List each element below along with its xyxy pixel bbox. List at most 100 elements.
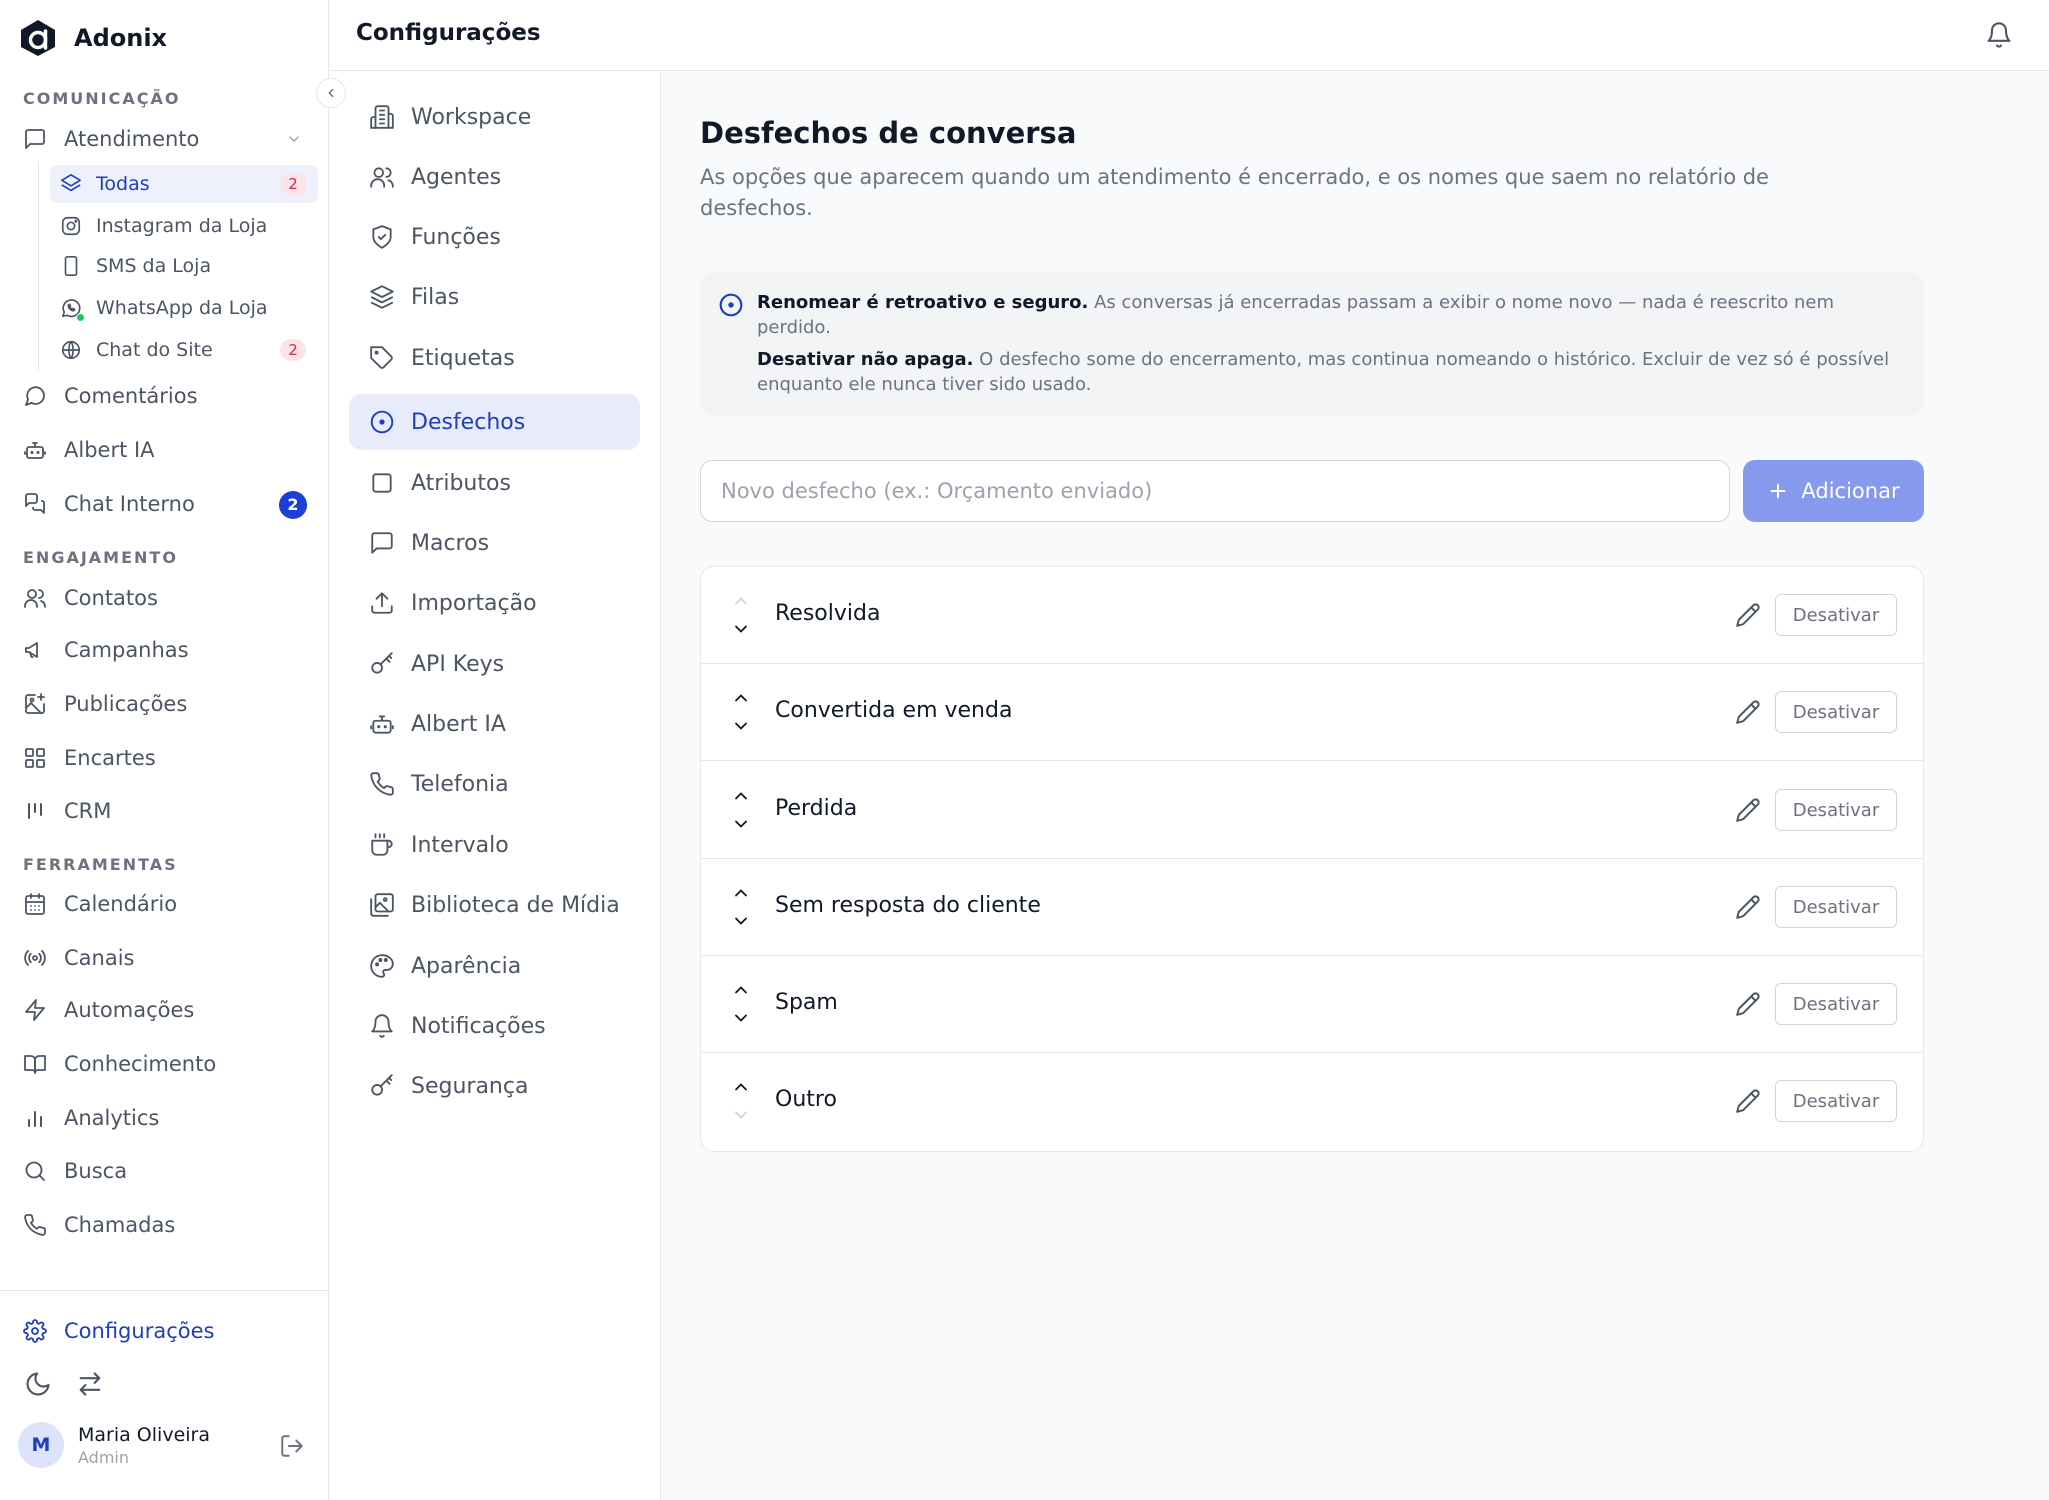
settings-item-workspace[interactable]: Workspace [349, 89, 640, 145]
logout-icon[interactable] [279, 1433, 305, 1459]
user-profile[interactable]: M Maria Oliveira Admin [18, 1422, 210, 1468]
nav-atendimento-label: Atendimento [64, 127, 200, 151]
move-down-icon[interactable] [731, 619, 751, 639]
sub-item-sms[interactable]: SMS da Loja [50, 247, 318, 285]
pencil-icon[interactable] [1735, 991, 1761, 1017]
settings-item-label: Funções [411, 224, 501, 250]
nav-automacoes[interactable]: Automações [22, 992, 194, 1028]
settings-item-biblioteca-midia[interactable]: Biblioteca de Mídia [349, 877, 640, 933]
outcome-row: Perdida Desativar [701, 762, 1923, 859]
chat-icon [22, 491, 48, 517]
users-icon [369, 164, 395, 190]
pencil-icon[interactable] [1735, 894, 1761, 920]
sub-item-whatsapp[interactable]: WhatsApp da Loja [50, 289, 318, 327]
nav-comentarios[interactable]: Comentários [22, 378, 198, 414]
brand[interactable]: Adonix [18, 18, 167, 58]
target-icon [369, 409, 395, 435]
outcome-row: Resolvida Desativar [701, 567, 1923, 664]
nav-canais[interactable]: Canais [22, 940, 135, 976]
deactivate-button[interactable]: Desativar [1775, 1080, 1897, 1122]
settings-item-intervalo[interactable]: Intervalo [349, 817, 640, 873]
phone-icon [369, 771, 395, 797]
search-icon [22, 1158, 48, 1184]
info-callout: Renomear é retroativo e seguro. As conve… [700, 272, 1924, 416]
sub-item-instagram[interactable]: Instagram da Loja [50, 207, 318, 245]
move-up-icon[interactable] [731, 591, 751, 611]
sub-item-todas[interactable]: Todas 2 [50, 165, 318, 203]
settings-item-api-keys[interactable]: API Keys [349, 636, 640, 692]
outcome-label: Perdida [775, 796, 858, 821]
message-square-icon [22, 126, 48, 152]
add-outcome-button[interactable]: Adicionar [1743, 460, 1924, 522]
move-down-icon[interactable] [731, 716, 751, 736]
settings-item-albert-ia[interactable]: Albert IA [349, 696, 640, 752]
settings-item-etiquetas[interactable]: Etiquetas [349, 330, 640, 386]
nav-calendario[interactable]: Calendário [22, 886, 177, 922]
sub-item-label: Todas [96, 173, 150, 195]
deactivate-button[interactable]: Desativar [1775, 983, 1897, 1025]
settings-item-atributos[interactable]: Atributos [349, 455, 640, 511]
palette-icon [369, 953, 395, 979]
nav-publicacoes[interactable]: Publicações [22, 686, 187, 722]
deactivate-button[interactable]: Desativar [1775, 886, 1897, 928]
calendar-icon [22, 891, 48, 917]
nav-chat-interno[interactable]: Chat Interno [22, 486, 195, 522]
settings-item-filas[interactable]: Filas [349, 269, 640, 325]
move-down-icon[interactable] [731, 814, 751, 834]
square-icon [369, 470, 395, 496]
key-icon [369, 1073, 395, 1099]
settings-item-funcoes[interactable]: Funções [349, 209, 640, 265]
pencil-icon[interactable] [1735, 797, 1761, 823]
chat-interno-badge: 2 [279, 491, 307, 519]
info-rename-bold: Renomear é retroativo e seguro. [757, 292, 1089, 313]
nav-conhecimento[interactable]: Conhecimento [22, 1046, 216, 1082]
move-up-icon[interactable] [731, 786, 751, 806]
nav-busca[interactable]: Busca [22, 1153, 127, 1189]
new-outcome-input[interactable] [700, 460, 1730, 522]
sub-item-label: Instagram da Loja [96, 215, 268, 237]
nav-campanhas[interactable]: Campanhas [22, 632, 189, 668]
move-down-icon[interactable] [731, 911, 751, 931]
settings-item-telefonia[interactable]: Telefonia [349, 756, 640, 812]
settings-item-agentes[interactable]: Agentes [349, 149, 640, 205]
nav-label: Calendário [64, 892, 178, 916]
settings-item-macros[interactable]: Macros [349, 515, 640, 571]
nav-encartes[interactable]: Encartes [22, 740, 156, 776]
bar-chart-icon [22, 1105, 48, 1131]
moon-icon[interactable] [24, 1370, 52, 1398]
sub-item-label: WhatsApp da Loja [96, 297, 268, 319]
nav-label: Busca [64, 1159, 128, 1183]
nav-analytics[interactable]: Analytics [22, 1100, 159, 1136]
move-up-icon[interactable] [731, 980, 751, 1000]
deactivate-button[interactable]: Desativar [1775, 789, 1897, 831]
settings-item-aparencia[interactable]: Aparência [349, 938, 640, 994]
move-up-icon[interactable] [731, 883, 751, 903]
move-up-icon[interactable] [731, 688, 751, 708]
sub-item-chat-site[interactable]: Chat do Site 2 [50, 331, 318, 369]
pencil-icon[interactable] [1735, 699, 1761, 725]
move-down-icon[interactable] [731, 1008, 751, 1028]
collapse-sidebar-button[interactable] [316, 78, 346, 108]
settings-item-importacao[interactable]: Importação [349, 575, 640, 631]
move-down-icon[interactable] [731, 1105, 751, 1125]
nav-crm[interactable]: CRM [22, 793, 111, 829]
reorder-arrows [729, 1077, 753, 1127]
nav-chamadas[interactable]: Chamadas [22, 1207, 175, 1243]
nav-albert-ia[interactable]: Albert IA [22, 432, 155, 468]
settings-item-seguranca[interactable]: Segurança [349, 1058, 640, 1114]
users-icon [22, 585, 48, 611]
move-up-icon[interactable] [731, 1077, 751, 1097]
bell-icon[interactable] [1985, 21, 2013, 49]
nav-configuracoes[interactable]: Configurações [22, 1313, 214, 1349]
settings-item-label: Notificações [411, 1013, 546, 1039]
nav-contatos[interactable]: Contatos [22, 580, 158, 616]
pencil-icon[interactable] [1735, 602, 1761, 628]
pencil-icon[interactable] [1735, 1088, 1761, 1114]
swap-icon[interactable] [76, 1370, 104, 1398]
settings-item-desfechos[interactable]: Desfechos [349, 394, 640, 450]
deactivate-button[interactable]: Desativar [1775, 594, 1897, 636]
deactivate-button[interactable]: Desativar [1775, 691, 1897, 733]
settings-item-notificacoes[interactable]: Notificações [349, 998, 640, 1054]
bell-icon [369, 1013, 395, 1039]
nav-atendimento[interactable]: Atendimento [22, 121, 312, 157]
